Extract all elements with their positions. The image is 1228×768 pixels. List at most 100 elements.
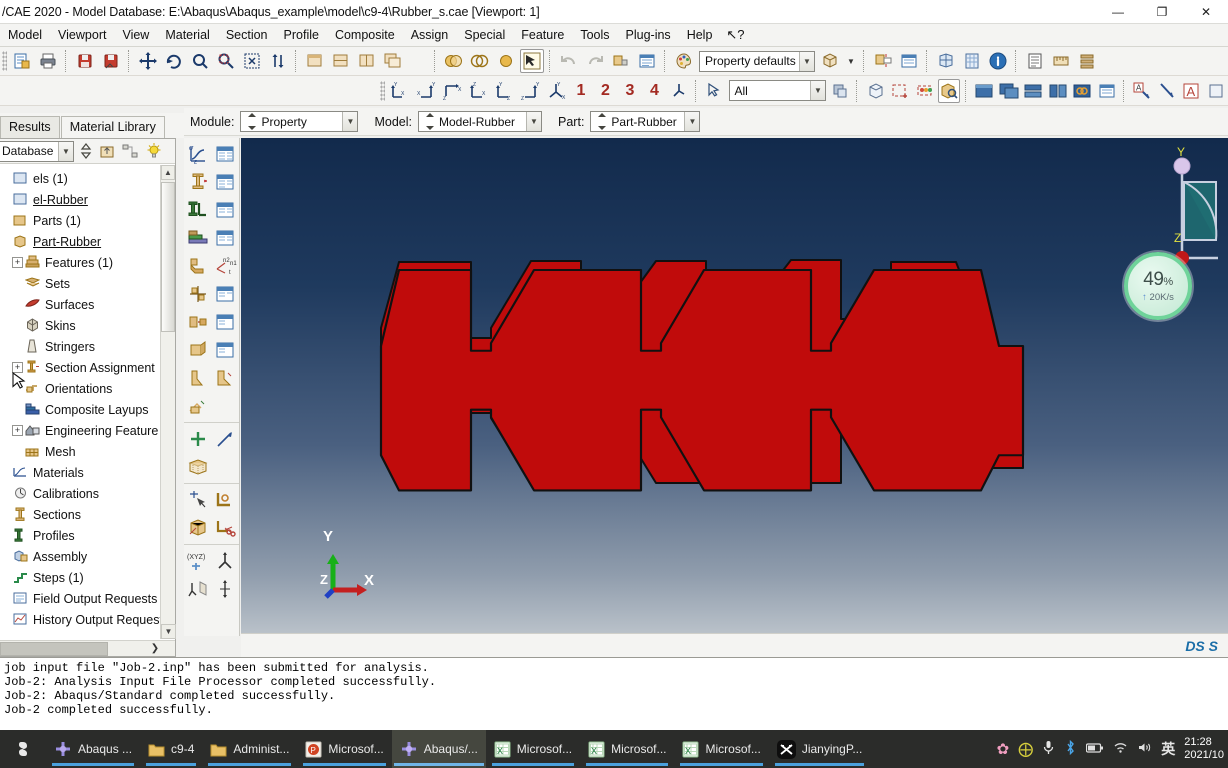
render-style-icon[interactable] [818,49,842,73]
color-code-combo[interactable]: Property defaults ▼ [699,50,815,72]
undo-icon[interactable] [557,49,581,73]
viewport-layout-tile-h-icon[interactable] [1022,79,1045,103]
tree-item-profiles[interactable]: Profiles [0,525,175,546]
view-preset-4[interactable]: 4 [643,79,666,103]
viewport-tile-v-icon[interactable] [355,49,379,73]
tab-material-library[interactable]: Material Library [60,116,165,138]
tree-item-materials[interactable]: Materials [0,462,175,483]
profile-manager-icon[interactable] [211,196,238,224]
assign-orientation-icon[interactable]: n2 n1 t [211,252,238,280]
partition-face-sketch-icon[interactable] [184,486,211,514]
tree-item-surfaces[interactable]: Surfaces [0,294,175,315]
start-button[interactable] [0,730,46,768]
menu-composite[interactable]: Composite [327,26,403,44]
taskbar-item-jianying[interactable]: JianyingP... [769,730,871,768]
menu-view[interactable]: View [114,26,157,44]
taskbar-item-excel-2[interactable]: X Microsof... [580,730,674,768]
scroll-thumb[interactable] [161,182,175,332]
wifi-icon[interactable] [1113,741,1128,757]
microphone-icon[interactable] [1042,740,1055,758]
create-text-annotation-icon[interactable]: A [1131,79,1154,103]
sakura-icon[interactable]: ✿ [997,740,1010,758]
tree-item-calibrations[interactable]: Calibrations [0,483,175,504]
skin-manager-icon[interactable] [211,336,238,364]
stack-icon[interactable] [1075,49,1099,73]
datum-icon[interactable] [871,49,895,73]
view-preset-3[interactable]: 3 [619,79,642,103]
taskbar-item-abaqus-1[interactable]: Abaqus ... [46,730,140,768]
partition-icon[interactable] [934,49,958,73]
selection-options-icon[interactable] [829,79,852,103]
minimize-button[interactable]: — [1096,0,1140,24]
tree-item-orientations[interactable]: Orientations [0,378,175,399]
message-area[interactable]: job input file "Job-2.inp" has been subm… [0,657,1228,730]
annotation-manager-icon[interactable]: A [1180,79,1203,103]
viewport-canvas[interactable]: Y X Z Y Z 49% ↑ 20K/s [241,138,1228,633]
apply-view-icon[interactable] [668,79,691,103]
chevron-down-icon[interactable]: ▼ [58,141,73,161]
view-xy-icon[interactable]: YX [388,79,412,103]
cycle-views-icon[interactable] [266,49,290,73]
tree-item-parts-1[interactable]: Parts (1) [0,210,175,231]
tree-item-section-assignment[interactable]: + Section Assignment [0,357,175,378]
viewport-tile-h-icon[interactable] [329,49,353,73]
menu-plugins[interactable]: Plug-ins [618,26,679,44]
ruler-icon[interactable] [1049,49,1073,73]
hscroll-thumb[interactable] [0,641,108,656]
display-group-create-icon[interactable] [864,79,887,103]
tab-results[interactable]: Results [0,116,60,138]
tree-item-skins[interactable]: Skins [0,315,175,336]
close-button[interactable]: ✕ [1184,0,1228,24]
create-arrow-annotation-icon[interactable] [1155,79,1178,103]
viewport-layout-tile-v-icon[interactable] [1047,79,1070,103]
taskbar-item-c9-4[interactable]: c9-4 [140,730,202,768]
selection-filter-combo[interactable]: All ▼ [728,80,826,101]
tree-expander[interactable]: + [12,362,23,373]
new-model-database-icon[interactable] [10,49,34,73]
probe-select-icon[interactable] [520,49,544,73]
single-set-icon[interactable] [494,49,518,73]
tree-scope-combo[interactable]: Database ▼ [0,140,74,162]
tree-item-composite-layups[interactable]: Composite Layups [0,399,175,420]
create-profile-icon[interactable] [184,196,211,224]
chevron-down-icon[interactable]: ▼ [799,51,814,71]
create-composite-layup-icon[interactable] [184,224,211,252]
tree-item-sets[interactable]: Sets [0,273,175,294]
view-preset-1[interactable]: 1 [570,79,593,103]
battery-icon[interactable] [1086,742,1104,757]
model-spinner[interactable] [424,112,436,131]
partition-edge-icon[interactable] [211,486,238,514]
ime-icon[interactable]: 英 [1161,739,1175,759]
view-yz-icon[interactable]: YZ [492,79,516,103]
view-yx-icon[interactable]: XY [414,79,438,103]
create-datum-axis-icon[interactable] [211,425,238,453]
tree-expander[interactable]: + [12,257,23,268]
maximize-button[interactable]: ❐ [1140,0,1184,24]
model-combo[interactable]: Model-Rubber ▼ [418,111,543,132]
part-combo[interactable]: Part-Rubber ▼ [590,111,701,132]
tree-item-els-1[interactable]: els (1) [0,168,175,189]
create-csys-triad-icon[interactable] [211,547,238,575]
tree-item-history-output-requests[interactable]: History Output Requests [0,609,175,630]
taskbar-item-administ[interactable]: Administ... [202,730,297,768]
menu-tools[interactable]: Tools [572,26,617,44]
view-zx-icon[interactable]: ZX [440,79,464,103]
taskbar-item-abaqus-cae[interactable]: Abaqus/... [391,730,486,768]
taskbar-clock[interactable]: 21:28 2021/10 [1184,736,1224,762]
tree-item-engineering-feature[interactable]: + Engineering Feature [0,420,175,441]
assign-section-icon[interactable] [184,252,211,280]
create-datum-csys-icon[interactable] [184,280,211,308]
reference-point-icon[interactable] [1023,49,1047,73]
scroll-up-arrow-icon[interactable]: ▲ [161,165,175,180]
tree-filter-icon[interactable] [97,139,117,163]
viewport-cascade-icon[interactable] [381,49,405,73]
zoom-view-icon[interactable] [188,49,212,73]
datum-csys-manager-icon[interactable] [211,280,238,308]
vertical-distance-icon[interactable] [211,575,238,603]
view-preset-2[interactable]: 2 [594,79,617,103]
menu-section[interactable]: Section [218,26,276,44]
save-database-icon[interactable] [73,49,97,73]
query-information-icon[interactable] [986,49,1010,73]
tree-link-icon[interactable] [119,139,141,163]
color-code-icon[interactable] [672,49,696,73]
